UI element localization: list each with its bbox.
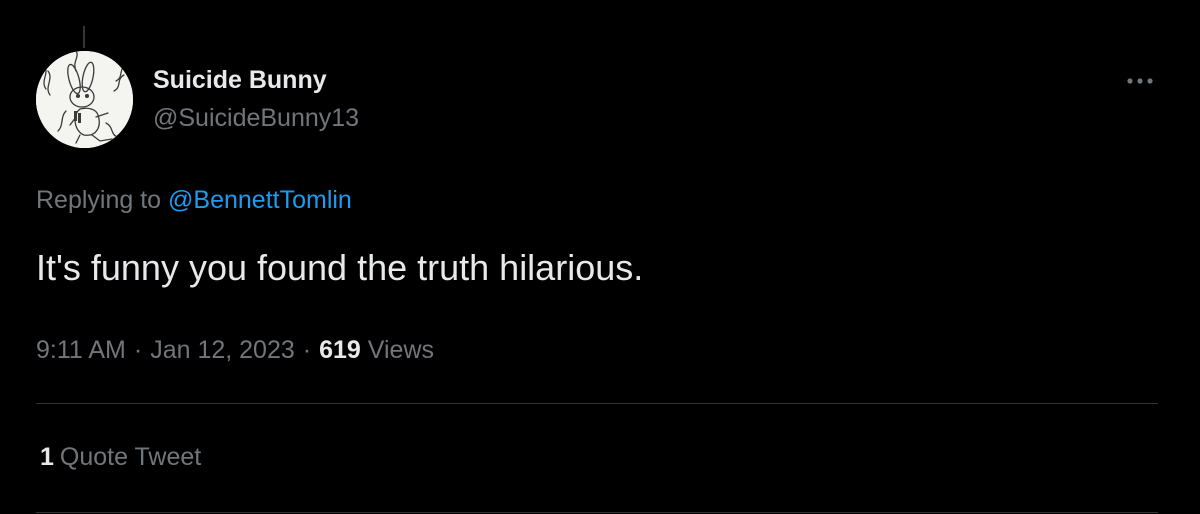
author-handle[interactable]: @SuicideBunny13 [153, 104, 359, 133]
replying-to-line: Replying to @BennettTomlin [36, 186, 352, 215]
quote-count: 1 [40, 443, 54, 471]
more-horizontal-icon [1127, 78, 1153, 84]
views-label: Views [367, 336, 435, 364]
meta-separator: · [302, 336, 312, 364]
tweet-text: It's funny you found the truth hilarious… [36, 247, 644, 288]
author-display-name[interactable]: Suicide Bunny [153, 66, 327, 95]
more-options-button[interactable] [1118, 66, 1162, 96]
quote-label: Quote Tweet [59, 443, 202, 471]
meta-separator: · [133, 336, 143, 364]
reply-mention-link[interactable]: @BennettTomlin [168, 186, 352, 214]
bunny-avatar-illustration [36, 51, 133, 148]
tweet-date[interactable]: Jan 12, 2023 [150, 336, 295, 364]
divider-bottom [36, 512, 1158, 513]
tweet-time[interactable]: 9:11 AM [36, 336, 126, 364]
tweet-metadata: 9:11 AM · Jan 12, 2023 · 619 Views [36, 336, 434, 365]
divider [36, 403, 1158, 404]
avatar[interactable] [36, 51, 133, 148]
quote-tweets-link[interactable]: 1 Quote Tweet [40, 443, 201, 472]
thread-connector-line [83, 26, 85, 48]
views-count: 619 [319, 336, 361, 364]
replying-to-label: Replying to [36, 186, 162, 214]
